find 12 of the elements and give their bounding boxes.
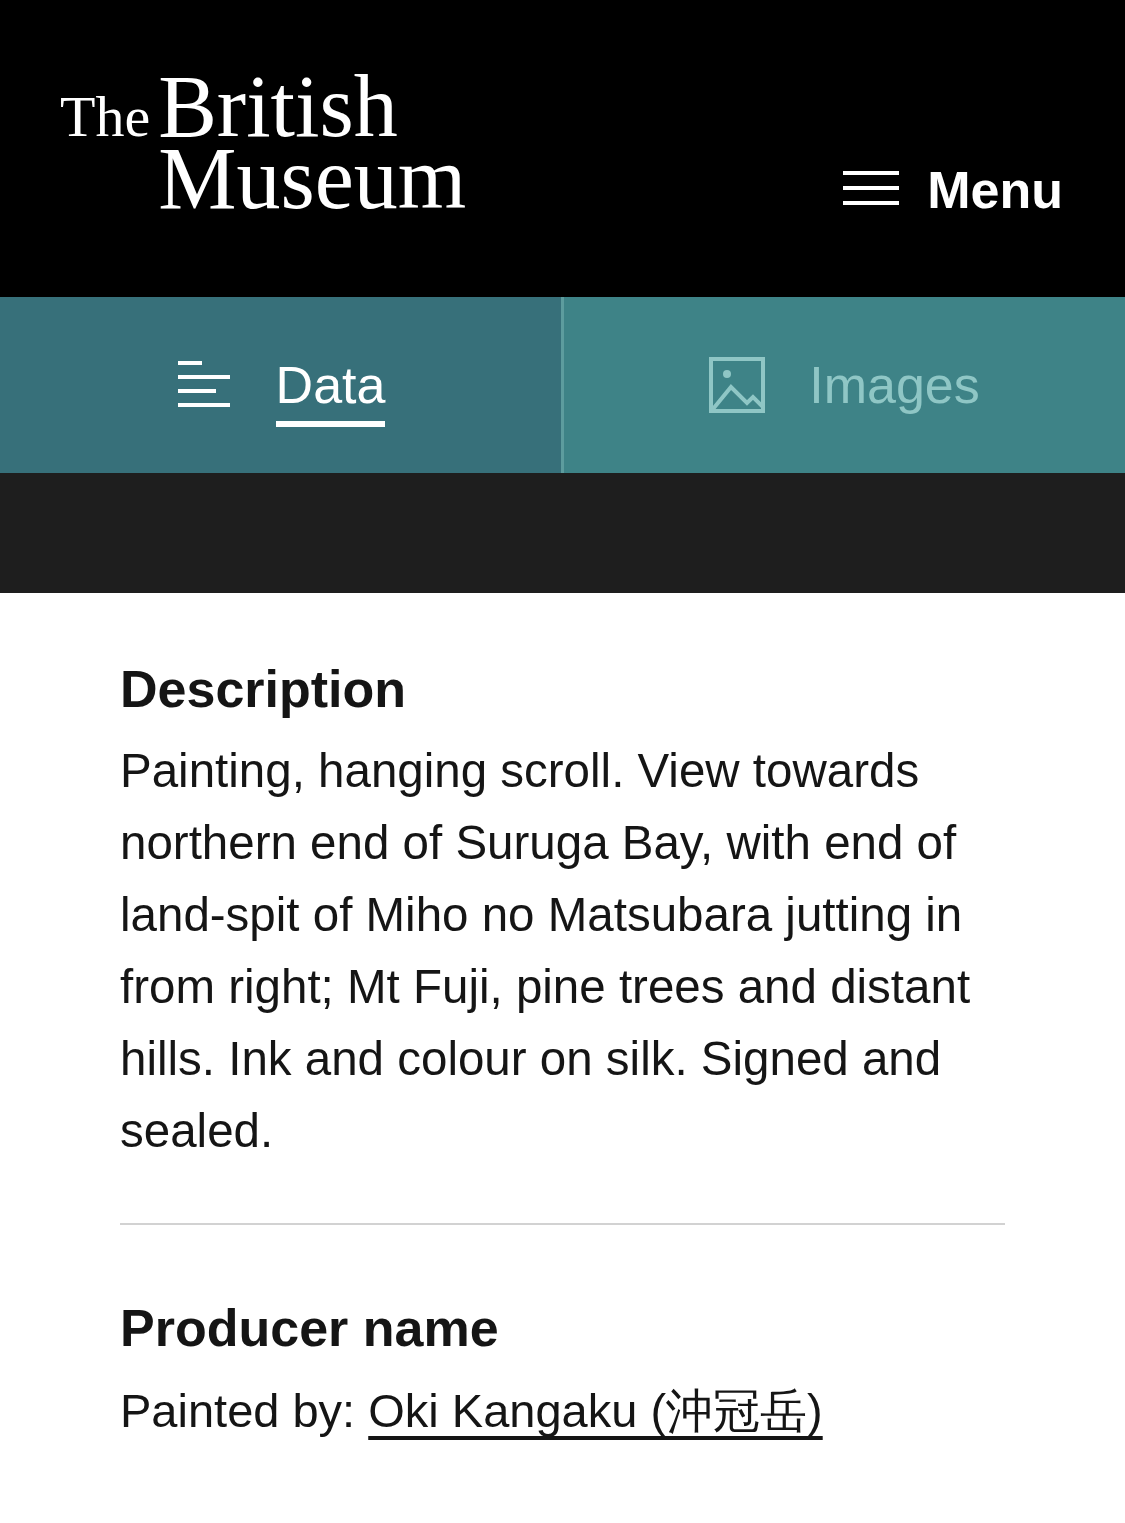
producer-label: Painted by: (120, 1383, 356, 1437)
tab[interactable]: Data (0, 297, 561, 473)
section-heading: Description (120, 659, 408, 720)
menu-button[interactable]: Menu (843, 161, 1063, 215)
image-icon (709, 357, 766, 413)
logo-text: British (158, 70, 398, 143)
logo-text: The (60, 92, 151, 141)
logo-text: Museum (158, 142, 467, 215)
section-heading: Producer name (120, 1298, 500, 1360)
description-text: Painting, hanging scroll. View towards northern end of Suruga Bay, with end of land-spit of Miho no Matsubara jutting in from right; Mt Fuji, pine trees and distant hills. Ink and colour on silk. Signed and sealed. (120, 743, 972, 1160)
menu-icon (843, 171, 900, 206)
producer-link[interactable]: Oki Kangaku (沖冠岳) (368, 1383, 823, 1437)
